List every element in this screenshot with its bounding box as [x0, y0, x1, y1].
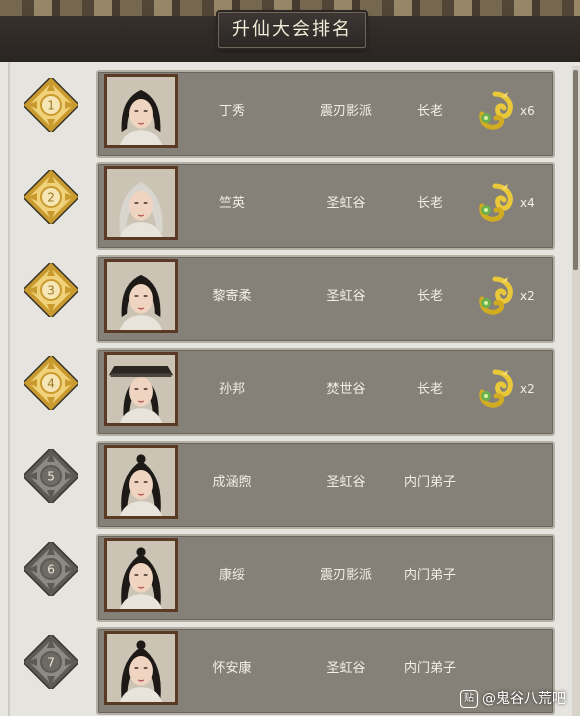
- character-portrait[interactable]: [104, 259, 178, 333]
- rank-number: 4: [47, 377, 55, 391]
- golden-wisp-icon: [472, 180, 518, 230]
- reward-quantity: x2: [520, 289, 535, 303]
- rank-medal-icon: 2: [21, 167, 81, 227]
- character-role: 内门弟子: [403, 475, 456, 490]
- rank-card[interactable]: 黎寄柔 圣虹谷 长老 x2: [96, 255, 555, 343]
- rank-row[interactable]: 5 成涵煦 圣虹谷 内门弟子: [0, 437, 580, 529]
- rank-medal-icon: 5: [21, 446, 81, 506]
- rank-row[interactable]: 3 黎寄柔 圣虹谷 长老 x2: [0, 251, 580, 343]
- rank-medal-icon: 3: [21, 260, 81, 320]
- watermark: 贴 @鬼谷八荒吧: [460, 688, 566, 712]
- rank-card[interactable]: 孙邦 焚世谷 长老 x2: [96, 348, 555, 436]
- reward-item[interactable]: x4: [472, 178, 552, 228]
- rank-medal-icon: 4: [21, 353, 81, 413]
- character-name: 竺英: [218, 196, 245, 211]
- character-name: 怀安康: [212, 661, 252, 676]
- rank-medal-icon: 7: [21, 632, 81, 692]
- character-role: 长老: [416, 382, 443, 397]
- rank-row[interactable]: 4 孙邦 焚世谷 长老 x2: [0, 344, 580, 436]
- rank-number: 1: [47, 99, 55, 113]
- rank-medal-icon: 6: [21, 539, 81, 599]
- rank-medal-icon: 1: [21, 75, 81, 135]
- rank-row[interactable]: 2 竺英 圣虹谷 长老 x4: [0, 158, 580, 250]
- reward-quantity: x2: [520, 382, 535, 396]
- character-portrait[interactable]: [104, 538, 178, 612]
- character-role: 长老: [416, 289, 443, 304]
- rank-number: 5: [47, 470, 55, 484]
- character-name: 黎寄柔: [212, 289, 252, 304]
- rank-number: 3: [47, 284, 55, 298]
- rank-row[interactable]: 6 康绥 震刃影派 内门弟子: [0, 530, 580, 622]
- title-banner: 升仙大会排名: [218, 12, 366, 48]
- page-title: 升仙大会排名: [232, 19, 352, 40]
- character-name: 孙邦: [218, 382, 245, 397]
- character-name: 康绥: [218, 568, 245, 583]
- rank-card[interactable]: 丁秀 震刃影派 长老 x6: [96, 70, 555, 158]
- character-role: 内门弟子: [403, 568, 456, 583]
- character-name: 成涵煦: [212, 475, 252, 490]
- watermark-text: @鬼谷八荒吧: [482, 691, 566, 707]
- reward-item[interactable]: x2: [472, 271, 552, 321]
- reward-item[interactable]: x6: [472, 86, 552, 136]
- rank-row[interactable]: 1 丁秀 震刃影派 长老 x6: [0, 66, 580, 158]
- golden-wisp-icon: [472, 88, 518, 138]
- reward-quantity: x4: [520, 196, 535, 210]
- reward-quantity: x6: [520, 104, 535, 118]
- character-portrait[interactable]: [104, 445, 178, 519]
- rank-card[interactable]: 竺英 圣虹谷 长老 x4: [96, 162, 555, 250]
- golden-wisp-icon: [472, 366, 518, 416]
- character-role: 长老: [416, 196, 443, 211]
- rank-number: 7: [47, 656, 55, 670]
- character-name: 丁秀: [218, 104, 245, 119]
- tieba-badge-icon: 贴: [460, 690, 478, 708]
- golden-wisp-icon: [472, 273, 518, 323]
- rank-card[interactable]: 成涵煦 圣虹谷 内门弟子: [96, 441, 555, 529]
- character-portrait[interactable]: [104, 166, 178, 240]
- reward-item[interactable]: x2: [472, 364, 552, 414]
- rank-number: 6: [47, 563, 55, 577]
- rank-number: 2: [47, 191, 55, 205]
- rank-card[interactable]: 康绥 震刃影派 内门弟子: [96, 534, 555, 622]
- character-portrait[interactable]: [104, 74, 178, 148]
- character-portrait[interactable]: [104, 352, 178, 426]
- character-role: 长老: [416, 104, 443, 119]
- character-portrait[interactable]: [104, 631, 178, 705]
